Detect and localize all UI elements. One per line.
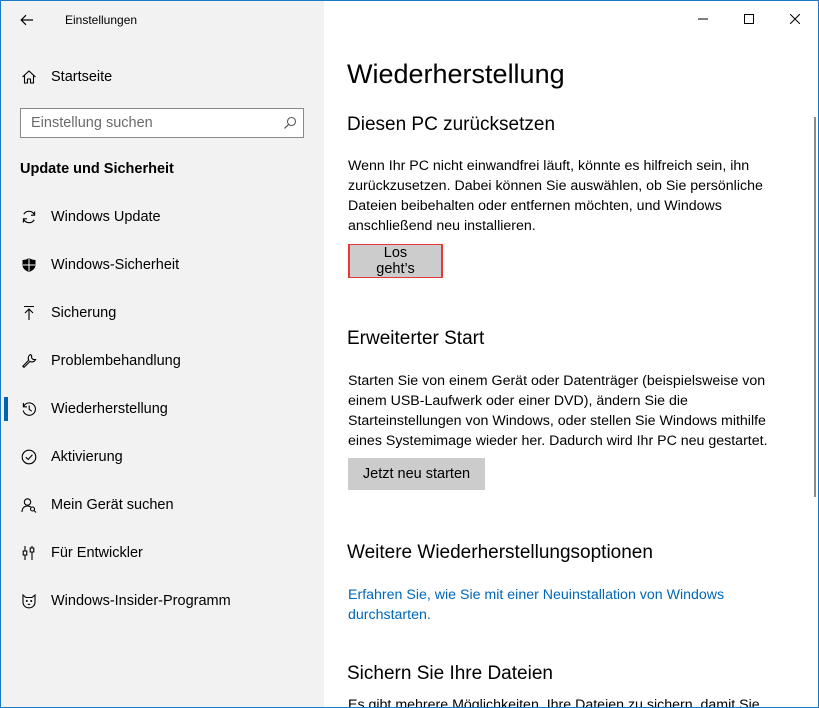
- nav-list: Windows Update Windows-Sicherheit Sicher…: [1, 193, 324, 625]
- sidebar-item-label: Windows-Sicherheit: [51, 257, 180, 273]
- home-icon: [20, 68, 38, 86]
- content-pane: Wiederherstellung Diesen PC zurücksetzen…: [324, 1, 818, 707]
- back-button[interactable]: [13, 7, 41, 33]
- close-button[interactable]: [772, 1, 818, 37]
- app-title: Einstellungen: [65, 13, 138, 27]
- sidebar-item-insider[interactable]: Windows-Insider-Programm: [1, 577, 324, 625]
- sidebar-item-label: Startseite: [51, 69, 113, 85]
- sidebar-item-home[interactable]: Startseite: [1, 59, 324, 95]
- minimize-icon: [698, 18, 708, 20]
- maximize-icon: [744, 14, 754, 24]
- sidebar-item-developers[interactable]: Für Entwickler: [1, 529, 324, 577]
- sidebar-item-label: Sicherung: [51, 305, 117, 321]
- minimize-button[interactable]: [680, 1, 726, 37]
- advanced-start-heading: Erweiterter Start: [347, 328, 485, 349]
- sidebar-item-label: Wiederherstellung: [51, 401, 168, 417]
- sidebar-item-windows-security[interactable]: Windows-Sicherheit: [1, 241, 324, 289]
- sidebar-item-label: Aktivierung: [51, 449, 123, 465]
- sidebar-item-recovery[interactable]: Wiederherstellung: [1, 385, 324, 433]
- maximize-button[interactable]: [726, 1, 772, 37]
- history-icon: [20, 400, 38, 418]
- sidebar: Einstellungen Startseite Update und Sich…: [1, 1, 324, 707]
- wrench-icon: [20, 352, 38, 370]
- reset-description: Wenn Ihr PC nicht einwandfrei läuft, kön…: [348, 158, 763, 234]
- page-title: Wiederherstellung: [347, 59, 565, 89]
- backup-heading: Sichern Sie Ihre Dateien: [347, 663, 553, 684]
- sync-icon: [20, 208, 38, 226]
- reset-heading: Diesen PC zurücksetzen: [347, 114, 556, 135]
- sidebar-item-label: Windows Update: [51, 209, 161, 225]
- sidebar-item-troubleshoot[interactable]: Problembehandlung: [1, 337, 324, 385]
- reset-start-button[interactable]: Los geht’s: [350, 245, 441, 277]
- fresh-start-link[interactable]: Erfahren Sie, wie Sie mit einer Neuinsta…: [348, 585, 788, 625]
- backup-description: Es gibt mehrere Möglichkeiten, Ihre Date…: [348, 697, 760, 708]
- window-controls: [680, 1, 818, 37]
- sidebar-item-label: Problembehandlung: [51, 353, 181, 369]
- section-heading: Update und Sicherheit: [20, 161, 174, 177]
- restart-now-button[interactable]: Jetzt neu starten: [348, 458, 485, 490]
- search-input[interactable]: [21, 109, 281, 137]
- developer-tools-icon: [20, 544, 38, 562]
- more-options-heading: Weitere Wiederherstellungsoptionen: [347, 542, 653, 563]
- close-icon: [790, 14, 800, 24]
- sidebar-item-label: Windows-Insider-Programm: [51, 593, 231, 609]
- sidebar-item-backup[interactable]: Sicherung: [1, 289, 324, 337]
- scrollbar[interactable]: [814, 117, 816, 497]
- sidebar-item-activation[interactable]: Aktivierung: [1, 433, 324, 481]
- search-box: [20, 108, 304, 138]
- title-bar: Einstellungen: [1, 1, 324, 41]
- sidebar-item-find-my-device[interactable]: Mein Gerät suchen: [1, 481, 324, 529]
- person-search-icon: [20, 496, 38, 514]
- check-circle-icon: [20, 448, 38, 466]
- insider-cat-icon: [20, 592, 38, 610]
- upload-arrow-icon: [20, 304, 38, 322]
- shield-icon: [20, 256, 38, 274]
- sidebar-item-label: Mein Gerät suchen: [51, 497, 174, 513]
- search-icon[interactable]: [283, 116, 297, 130]
- sidebar-item-label: Für Entwickler: [51, 545, 143, 561]
- advanced-start-description: Starten Sie von einem Gerät oder Datentr…: [348, 373, 768, 449]
- sidebar-item-windows-update[interactable]: Windows Update: [1, 193, 324, 241]
- back-arrow-icon: [20, 14, 33, 26]
- settings-window: Einstellungen Startseite Update und Sich…: [0, 0, 819, 708]
